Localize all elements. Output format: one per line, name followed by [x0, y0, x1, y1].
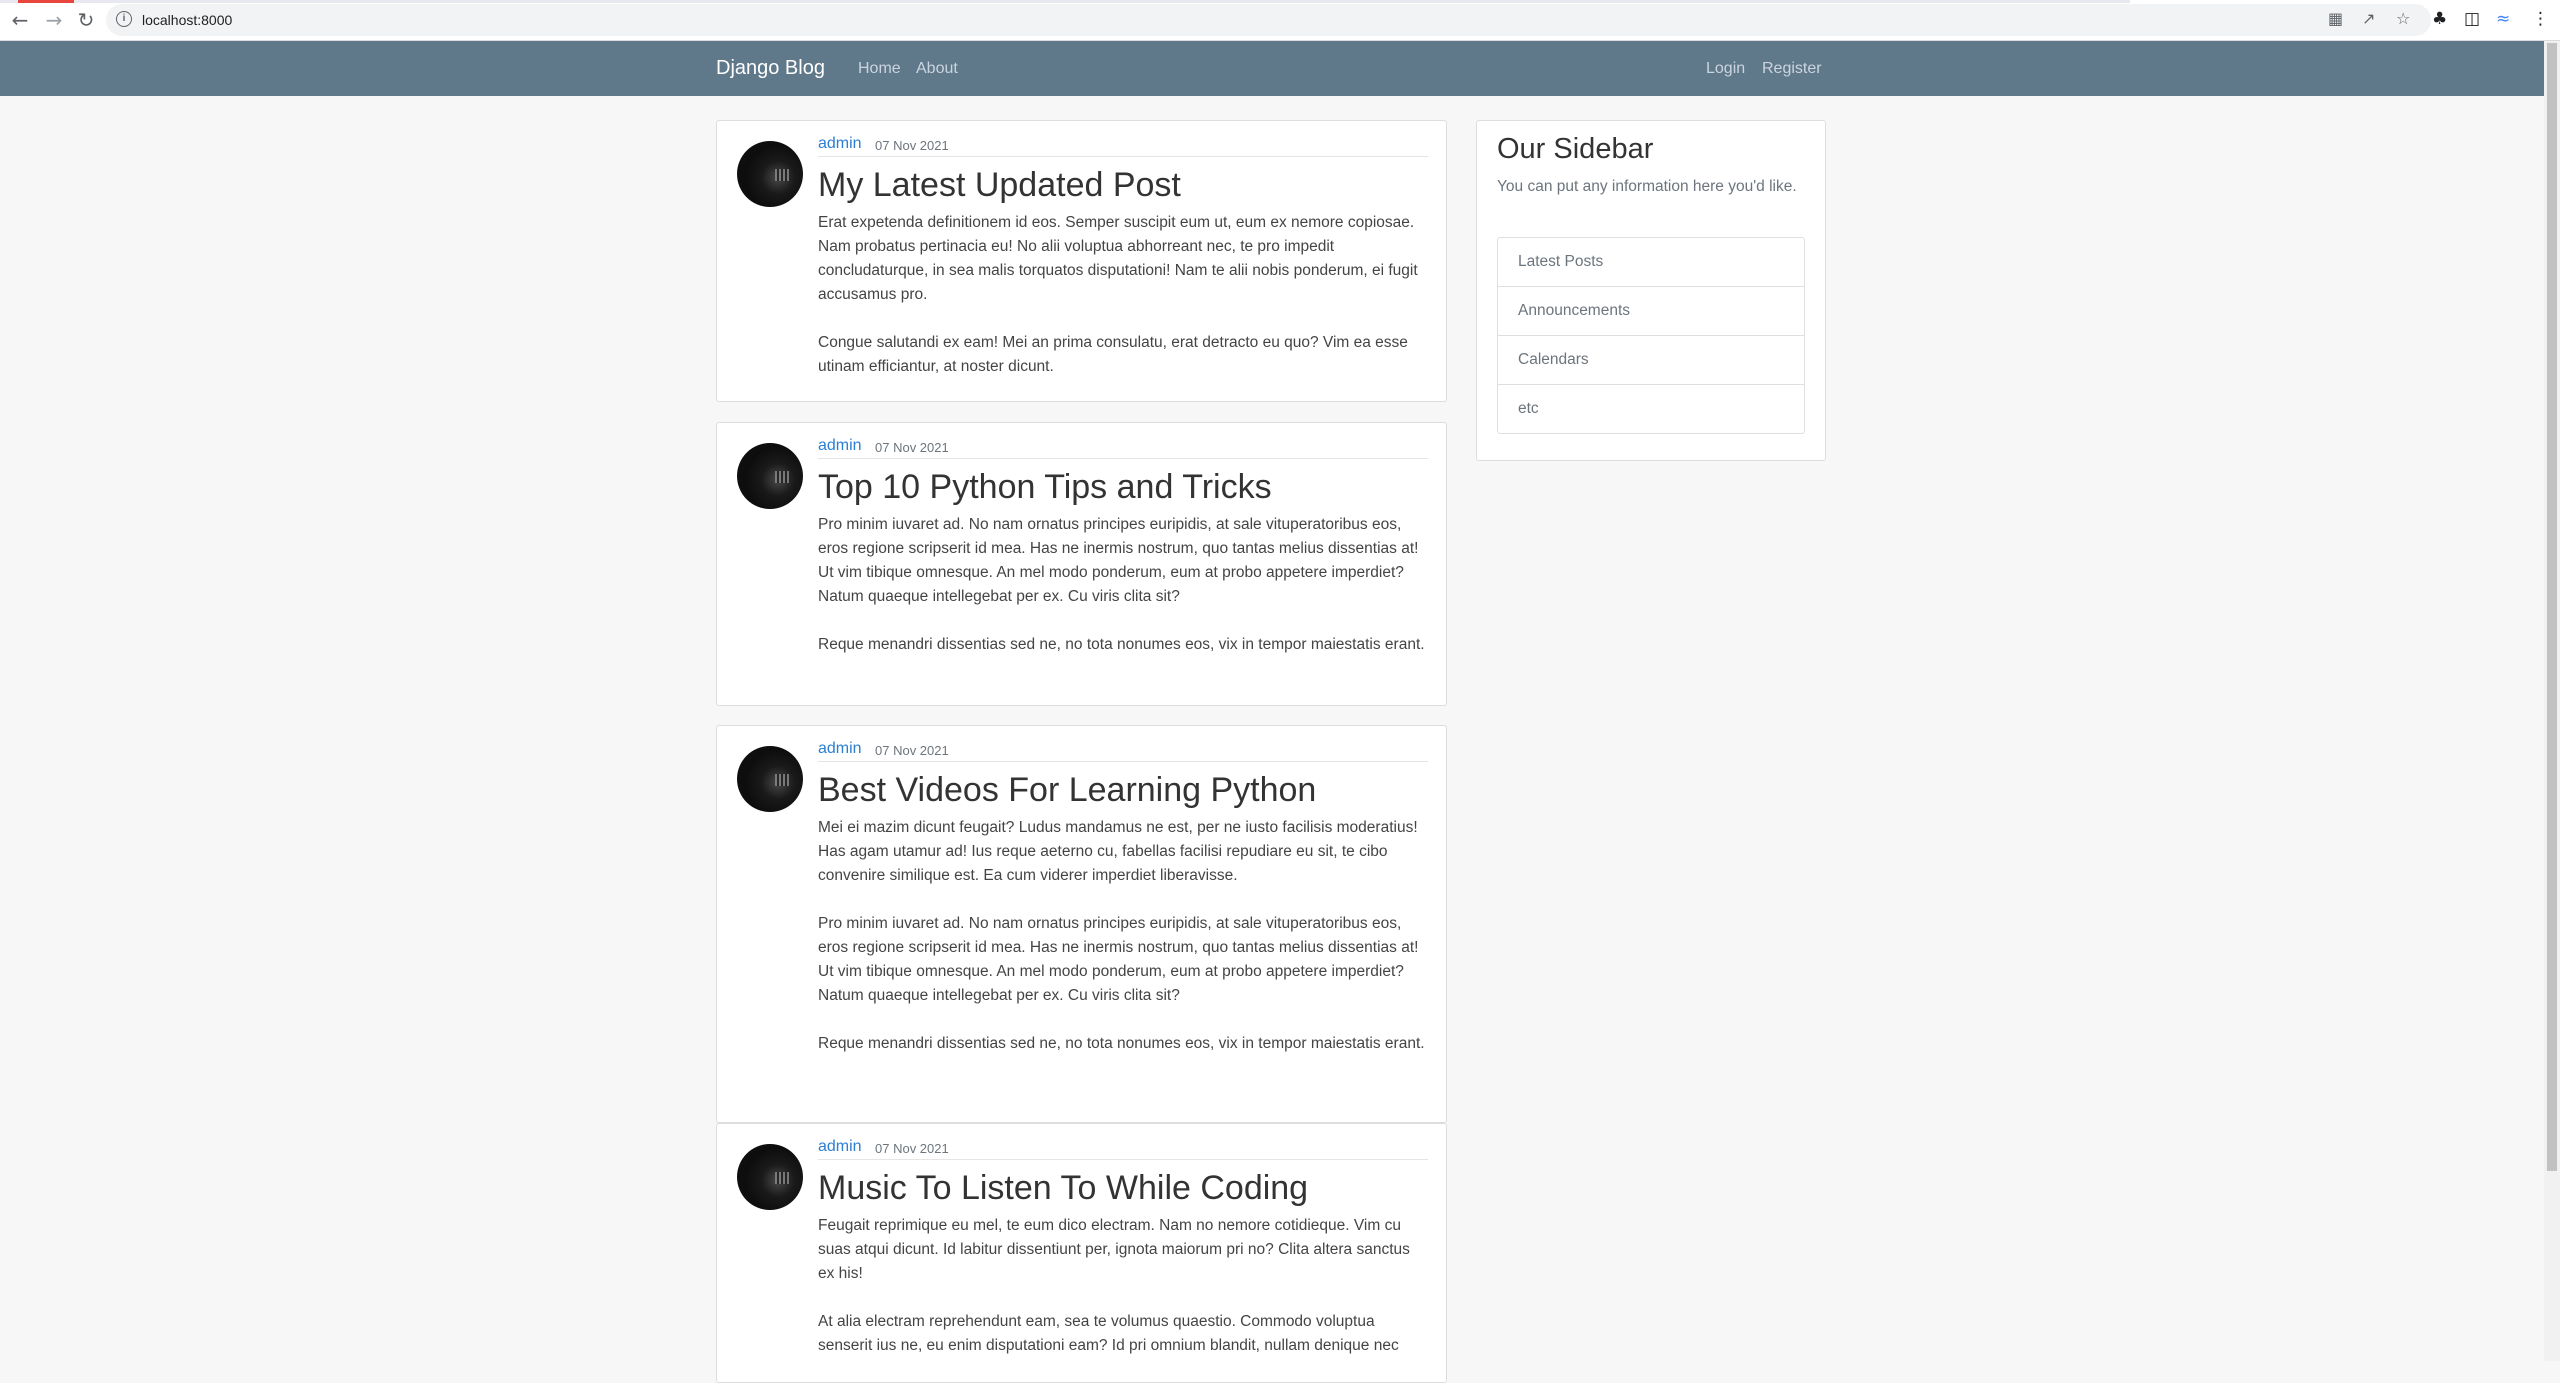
- post-paragraph: Mei ei mazim dicunt feugait? Ludus manda…: [818, 819, 1418, 884]
- post-title-link[interactable]: Top 10 Python Tips and Tricks: [818, 467, 1428, 507]
- reload-icon[interactable]: ↻: [72, 6, 100, 34]
- post-card: admin 07 Nov 2021 Top 10 Python Tips and…: [716, 422, 1447, 706]
- sidebar-list: Latest Posts Announcements Calendars etc: [1497, 237, 1805, 434]
- author-avatar: [737, 443, 803, 509]
- scrollbar-thumb[interactable]: [2547, 43, 2557, 1171]
- back-icon[interactable]: ←: [6, 6, 34, 34]
- translate-icon[interactable]: ▦: [2328, 9, 2343, 28]
- address-url: localhost:8000: [142, 12, 233, 28]
- extension-icon[interactable]: ≈: [2496, 9, 2510, 29]
- sidebar: Our Sidebar You can put any information …: [1476, 120, 1826, 461]
- post-meta: admin 07 Nov 2021: [818, 1136, 1428, 1160]
- post-date: 07 Nov 2021: [875, 1141, 949, 1156]
- post-card: admin 07 Nov 2021 Music To Listen To Whi…: [716, 1123, 1447, 1383]
- nav-login-link[interactable]: Login: [1706, 60, 1745, 78]
- post-card: admin 07 Nov 2021 My Latest Updated Post…: [716, 120, 1447, 402]
- post-paragraph: Pro minim iuvaret ad. No nam ornatus pri…: [818, 516, 1419, 605]
- tab-strip: [0, 0, 2130, 3]
- post-paragraph: Reque menandri dissentias sed ne, no tot…: [818, 1035, 1425, 1052]
- side-panel-icon[interactable]: ◫: [2464, 9, 2480, 29]
- post-meta: admin 07 Nov 2021: [818, 133, 1428, 157]
- post-title-link[interactable]: My Latest Updated Post: [818, 165, 1428, 205]
- author-avatar: [737, 746, 803, 812]
- sidebar-item-calendars[interactable]: Calendars: [1498, 336, 1804, 385]
- post-title-link[interactable]: Music To Listen To While Coding: [818, 1168, 1428, 1208]
- forward-icon[interactable]: →: [40, 6, 68, 34]
- sidebar-item-latest-posts[interactable]: Latest Posts: [1498, 238, 1804, 287]
- post-paragraph: Congue salutandi ex eam! Mei an prima co…: [818, 334, 1408, 375]
- site-navbar: Django Blog Home About Login Register: [0, 41, 2544, 96]
- address-bar[interactable]: i localhost:8000 ▦ ↗ ☆: [106, 4, 2431, 36]
- post-author-link[interactable]: admin: [818, 437, 862, 455]
- menu-icon[interactable]: ⋮: [2532, 9, 2549, 29]
- post-paragraph: Erat expetenda definitionem id eos. Semp…: [818, 214, 1418, 303]
- bookmark-star-icon[interactable]: ☆: [2396, 9, 2410, 28]
- share-icon[interactable]: ↗: [2362, 9, 2375, 28]
- post-date: 07 Nov 2021: [875, 743, 949, 758]
- post-paragraph: Reque menandri dissentias sed ne, no tot…: [818, 636, 1425, 653]
- post-author-link[interactable]: admin: [818, 1138, 862, 1156]
- post-meta: admin 07 Nov 2021: [818, 435, 1428, 459]
- site-info-icon[interactable]: i: [116, 11, 132, 27]
- author-avatar: [737, 141, 803, 207]
- post-title-link[interactable]: Best Videos For Learning Python: [818, 770, 1428, 810]
- post-card: admin 07 Nov 2021 Best Videos For Learni…: [716, 725, 1447, 1123]
- post-meta: admin 07 Nov 2021: [818, 738, 1428, 762]
- post-author-link[interactable]: admin: [818, 135, 862, 153]
- page-scrollbar[interactable]: [2544, 41, 2560, 1361]
- brand-link[interactable]: Django Blog: [716, 57, 825, 80]
- post-paragraph: At alia electram reprehendunt eam, sea t…: [818, 1313, 1399, 1354]
- sidebar-item-etc[interactable]: etc: [1498, 385, 1804, 433]
- nav-register-link[interactable]: Register: [1762, 60, 1822, 78]
- author-avatar: [737, 1144, 803, 1210]
- sidebar-item-announcements[interactable]: Announcements: [1498, 287, 1804, 336]
- extensions-icon[interactable]: ♣: [2432, 9, 2447, 29]
- post-paragraph: Feugait reprimique eu mel, te eum dico e…: [818, 1217, 1410, 1282]
- post-date: 07 Nov 2021: [875, 440, 949, 455]
- sidebar-title: Our Sidebar: [1497, 133, 1654, 165]
- post-date: 07 Nov 2021: [875, 138, 949, 153]
- post-author-link[interactable]: admin: [818, 740, 862, 758]
- active-tab-indicator: [18, 0, 74, 3]
- post-paragraph: Pro minim iuvaret ad. No nam ornatus pri…: [818, 915, 1419, 1004]
- nav-home-link[interactable]: Home: [858, 60, 901, 78]
- sidebar-description: You can put any information here you'd l…: [1497, 178, 1797, 195]
- nav-about-link[interactable]: About: [916, 60, 958, 78]
- browser-toolbar: ← → ↻ i localhost:8000 ▦ ↗ ☆ ♣ ◫ ≈ ⋮: [0, 0, 2560, 41]
